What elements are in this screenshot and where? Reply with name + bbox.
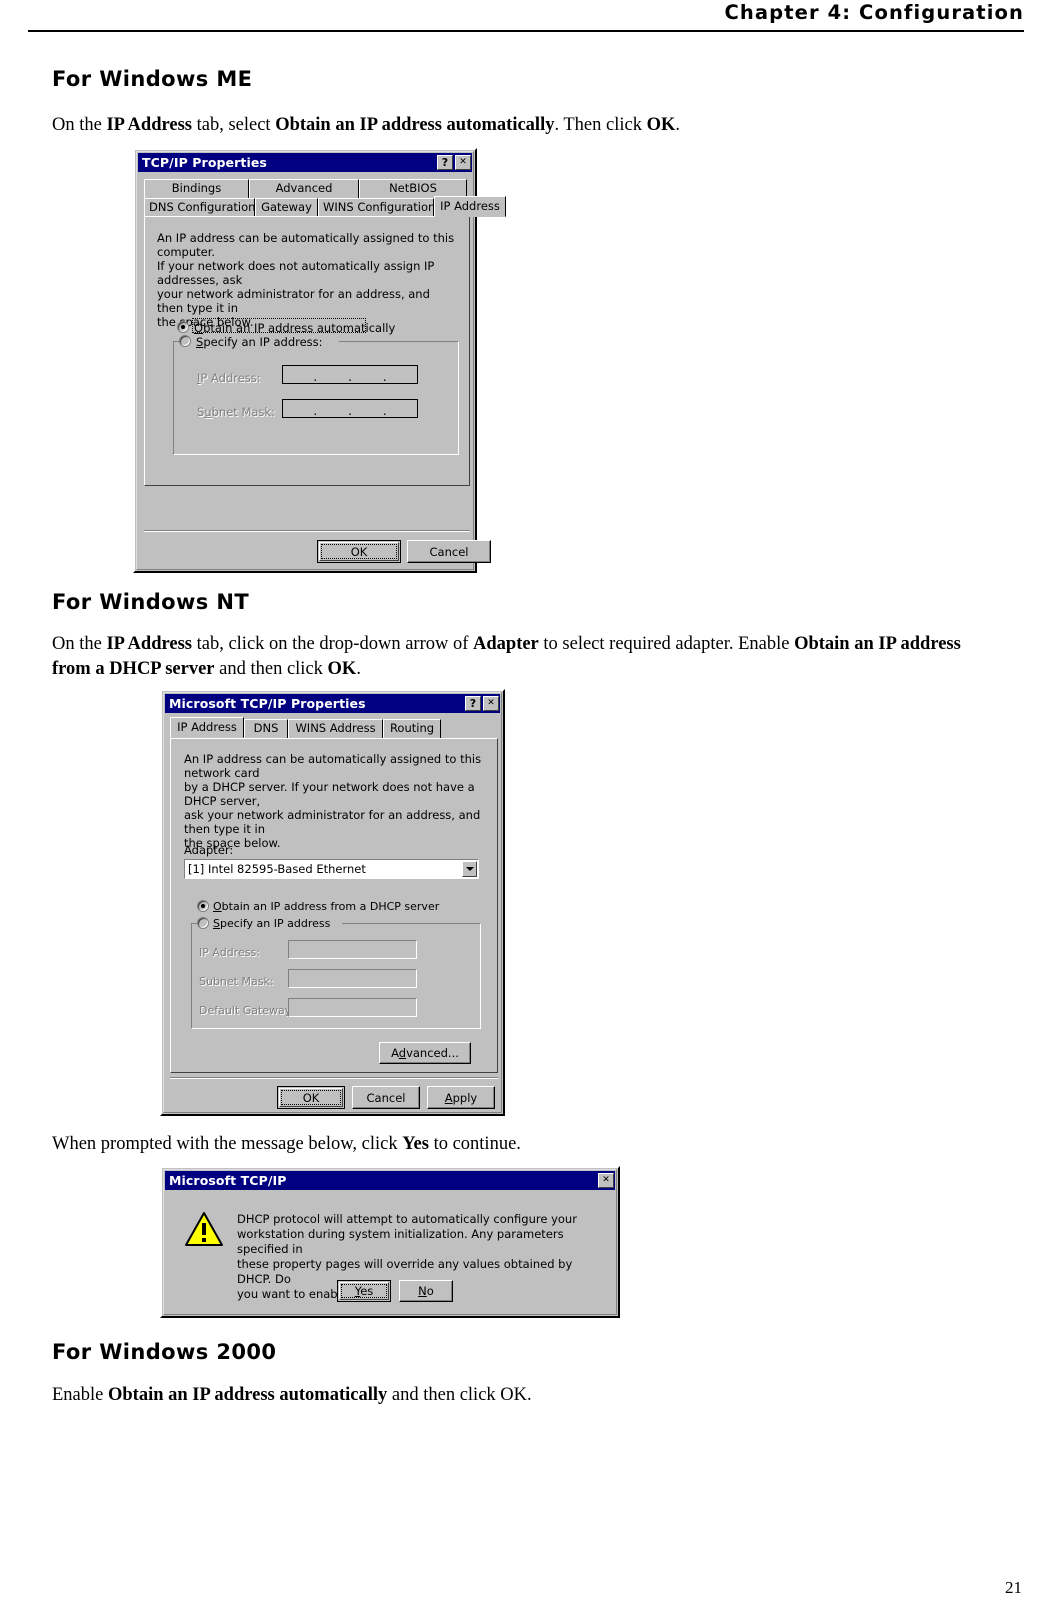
dialog-titlebar[interactable]: TCP/IP Properties ? ✕ xyxy=(138,153,472,172)
radio-obtain-from-dhcp[interactable] xyxy=(197,900,209,912)
adapter-selected-value: [1] Intel 82595-Based Ethernet xyxy=(188,862,366,876)
advanced-button-label: Advanced... xyxy=(391,1046,459,1060)
radio-specify-ip-label: Specify an IP address xyxy=(213,917,331,930)
tab-ip-address[interactable]: IP Address xyxy=(434,196,506,217)
label-ip-address: IP Address: xyxy=(199,946,260,959)
page-header-title: Chapter 4: Configuration xyxy=(724,1,1024,24)
tab-dns-configuration[interactable]: DNS Configuration xyxy=(144,198,255,217)
no-button-label: No xyxy=(418,1284,434,1298)
yes-button-label: Yes xyxy=(354,1284,374,1298)
ok-button-label: OK xyxy=(302,1090,320,1105)
dialog-dhcp-confirmation[interactable]: Microsoft TCP/IP ✕ DHCP protocol will at… xyxy=(160,1166,620,1318)
cancel-button[interactable]: Cancel xyxy=(407,540,491,563)
tab-wins-address[interactable]: WINS Address xyxy=(288,719,383,738)
input-subnet-mask[interactable] xyxy=(288,969,417,988)
input-ip-address[interactable] xyxy=(288,940,417,959)
focus-rectangle xyxy=(192,318,366,333)
dialog-titlebar[interactable]: Microsoft TCP/IP Properties ? ✕ xyxy=(165,694,500,713)
help-icon[interactable]: ? xyxy=(437,155,453,170)
apply-button-label: Apply xyxy=(444,1090,478,1105)
label-subnet-mask: Subnet Mask: xyxy=(199,975,274,988)
dialog-tcpip-properties[interactable]: TCP/IP Properties ? ✕ Bindings Advanced … xyxy=(133,148,506,573)
ok-button[interactable]: OK xyxy=(317,540,401,563)
no-button[interactable]: No xyxy=(399,1280,453,1302)
tab-bindings[interactable]: Bindings xyxy=(144,179,249,198)
tab-wins-configuration[interactable]: WINS Configuration xyxy=(318,198,435,217)
cancel-button[interactable]: Cancel xyxy=(352,1086,420,1109)
tab-row-lower[interactable]: DNS Configuration Gateway WINS Configura… xyxy=(144,196,506,217)
mask-octet-4[interactable] xyxy=(387,400,417,417)
ip-description-text: An IP address can be automatically assig… xyxy=(157,231,455,329)
yes-button[interactable]: Yes xyxy=(337,1280,391,1302)
cancel-button-label: Cancel xyxy=(429,544,469,559)
mask-octet-2[interactable] xyxy=(318,400,348,417)
instruction-prompt-message: When prompted with the message below, cl… xyxy=(52,1134,521,1154)
button-bar-divider xyxy=(170,1077,498,1079)
ip-octet-2[interactable] xyxy=(318,366,348,383)
tab-ip-address[interactable]: IP Address xyxy=(170,717,244,738)
ip-description-text: An IP address can be automatically assig… xyxy=(184,752,482,850)
tab-row-upper[interactable]: Bindings Advanced NetBIOS xyxy=(144,179,467,198)
radio-specify-ip-label: Specify an IP address: xyxy=(196,335,323,349)
section-heading-windows-nt: For Windows NT xyxy=(52,590,250,614)
section-heading-windows-2000: For Windows 2000 xyxy=(52,1340,277,1364)
advanced-button[interactable]: Advanced... xyxy=(379,1042,471,1064)
button-bar-divider xyxy=(144,530,470,532)
ip-octet-4[interactable] xyxy=(387,366,417,383)
titlebar-buttons: ? ✕ xyxy=(437,155,471,170)
warning-triangle-icon xyxy=(184,1211,224,1251)
instruction-windows-me: On the IP Address tab, select Obtain an … xyxy=(52,115,681,135)
tab-page-ip-address: An IP address can be automatically assig… xyxy=(170,738,498,1073)
mask-octet-1[interactable] xyxy=(283,400,313,417)
tab-page-ip-address: An IP address can be automatically assig… xyxy=(144,216,470,486)
instruction-windows-2000: Enable Obtain an IP address automaticall… xyxy=(52,1385,532,1405)
mask-octet-3[interactable] xyxy=(353,400,383,417)
dialog-title: Microsoft TCP/IP Properties xyxy=(169,696,366,711)
close-icon[interactable]: ✕ xyxy=(598,1173,614,1188)
header-divider xyxy=(28,30,1024,32)
dialog-title: TCP/IP Properties xyxy=(142,155,267,170)
label-subnet-mask: Subnet Mask: xyxy=(197,405,275,419)
ok-button[interactable]: OK xyxy=(277,1086,345,1109)
tab-row[interactable]: IP Address DNS WINS Address Routing xyxy=(170,717,441,738)
titlebar-buttons: ? ✕ xyxy=(465,696,499,711)
chevron-down-icon[interactable] xyxy=(462,861,477,877)
cancel-button-label: Cancel xyxy=(366,1090,406,1105)
ip-octet-1[interactable] xyxy=(283,366,313,383)
dialog-title: Microsoft TCP/IP xyxy=(169,1173,287,1188)
input-ip-address[interactable]: . . . xyxy=(282,365,418,384)
input-default-gateway[interactable] xyxy=(288,998,417,1017)
instruction-windows-nt: On the IP Address tab, click on the drop… xyxy=(52,634,961,679)
tab-gateway[interactable]: Gateway xyxy=(255,198,318,217)
help-icon[interactable]: ? xyxy=(465,696,481,711)
ok-button-label: OK xyxy=(350,544,368,559)
titlebar-buttons: ✕ xyxy=(598,1173,614,1188)
page-header: Chapter 4: Configuration xyxy=(0,0,1038,34)
label-adapter: Adapter: xyxy=(184,843,234,857)
tab-routing[interactable]: Routing xyxy=(383,719,441,738)
label-default-gateway: Default Gateway: xyxy=(199,1004,295,1017)
section-heading-windows-me: For Windows ME xyxy=(52,67,253,91)
radio-specify-ip[interactable] xyxy=(197,917,209,929)
radio-obtain-automatically[interactable] xyxy=(177,321,189,333)
tab-advanced[interactable]: Advanced xyxy=(249,179,359,198)
close-icon[interactable]: ✕ xyxy=(483,696,499,711)
input-subnet-mask[interactable]: . . . xyxy=(282,399,418,418)
group-specify-ip xyxy=(173,336,459,455)
label-ip-address: IP Address: xyxy=(197,371,261,385)
radio-specify-ip[interactable] xyxy=(179,335,191,347)
page-number: 21 xyxy=(1005,1578,1022,1597)
ip-octet-3[interactable] xyxy=(353,366,383,383)
tab-dns[interactable]: DNS xyxy=(244,719,288,738)
close-icon[interactable]: ✕ xyxy=(455,155,471,170)
radio-obtain-from-dhcp-label: Obtain an IP address from a DHCP server xyxy=(213,900,440,913)
apply-button[interactable]: Apply xyxy=(427,1086,495,1109)
dialog-microsoft-tcpip-properties[interactable]: Microsoft TCP/IP Properties ? ✕ IP Addre… xyxy=(160,689,505,1116)
adapter-dropdown[interactable]: [1] Intel 82595-Based Ethernet xyxy=(184,859,479,879)
dialog-titlebar[interactable]: Microsoft TCP/IP ✕ xyxy=(165,1171,615,1190)
